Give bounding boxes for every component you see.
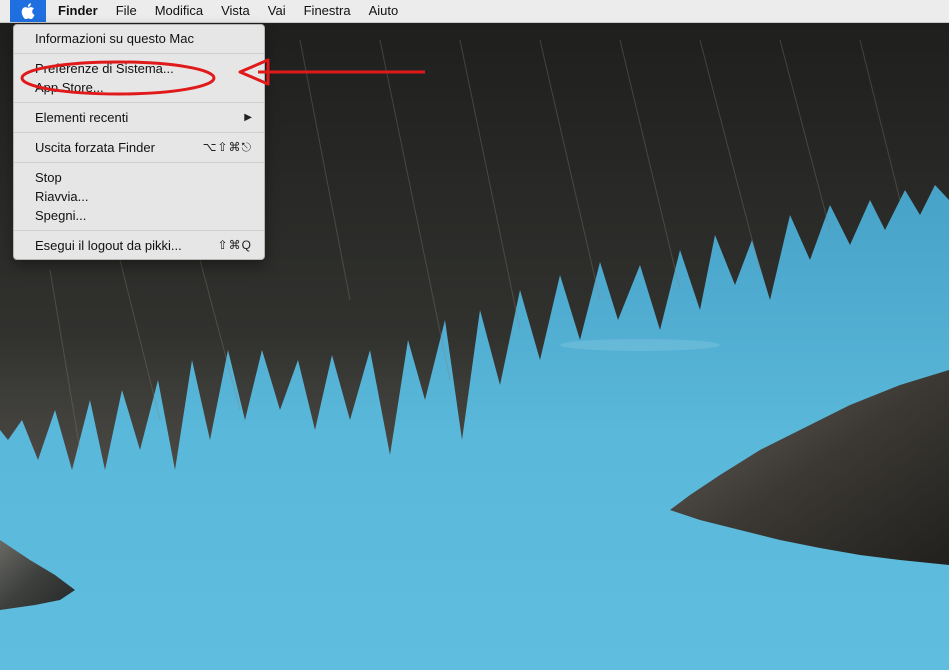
thatch-right <box>670 370 949 565</box>
apple-dropdown-menu: Informazioni su questo Mac Preferenze di… <box>13 24 265 260</box>
apple-logo-icon <box>21 3 35 19</box>
menu-item-app-store[interactable]: App Store... <box>14 78 264 97</box>
menu-item-system-preferences[interactable]: Preferenze di Sistema... <box>14 59 264 78</box>
menu-separator <box>14 132 264 133</box>
menu-item-logout[interactable]: Esegui il logout da pikki... ⇧⌘Q <box>14 236 264 255</box>
menu-item-label: Esegui il logout da pikki... <box>35 238 182 253</box>
menu-item-recent-items[interactable]: Elementi recenti ▶ <box>14 108 264 127</box>
menu-separator <box>14 53 264 54</box>
chevron-right-icon: ▶ <box>244 112 252 123</box>
menu-item-label: Preferenze di Sistema... <box>35 61 174 76</box>
menu-separator <box>14 162 264 163</box>
menu-item-label: Informazioni su questo Mac <box>35 31 194 46</box>
menu-modifica[interactable]: Modifica <box>146 0 212 22</box>
keyboard-shortcut: ⇧⌘Q <box>217 238 252 252</box>
keyboard-shortcut: ⌥⇧⌘⎋ <box>202 140 252 154</box>
menu-item-stop[interactable]: Stop <box>14 168 264 187</box>
menu-finder[interactable]: Finder <box>46 0 107 22</box>
menu-item-restart[interactable]: Riavvia... <box>14 187 264 206</box>
menu-item-label: Stop <box>35 170 62 185</box>
menu-separator <box>14 102 264 103</box>
menu-item-label: Elementi recenti <box>35 110 129 125</box>
menu-item-about-mac[interactable]: Informazioni su questo Mac <box>14 29 264 48</box>
apple-menu-button[interactable] <box>10 0 46 22</box>
menu-bar: Finder File Modifica Vista Vai Finestra … <box>0 0 949 23</box>
menu-item-label: Riavvia... <box>35 189 89 204</box>
menu-vista[interactable]: Vista <box>212 0 259 22</box>
menu-item-force-quit[interactable]: Uscita forzata Finder ⌥⇧⌘⎋ <box>14 138 264 157</box>
desktop: Finder File Modifica Vista Vai Finestra … <box>0 0 949 670</box>
menu-vai[interactable]: Vai <box>259 0 295 22</box>
menu-file[interactable]: File <box>107 0 146 22</box>
menu-item-label: Uscita forzata Finder <box>35 140 155 155</box>
menu-finestra[interactable]: Finestra <box>295 0 360 22</box>
menu-item-shutdown[interactable]: Spegni... <box>14 206 264 225</box>
menu-item-label: Spegni... <box>35 208 87 223</box>
menu-separator <box>14 230 264 231</box>
menu-aiuto[interactable]: Aiuto <box>360 0 408 22</box>
thatch-left <box>0 540 75 610</box>
menu-item-label: App Store... <box>35 80 104 95</box>
